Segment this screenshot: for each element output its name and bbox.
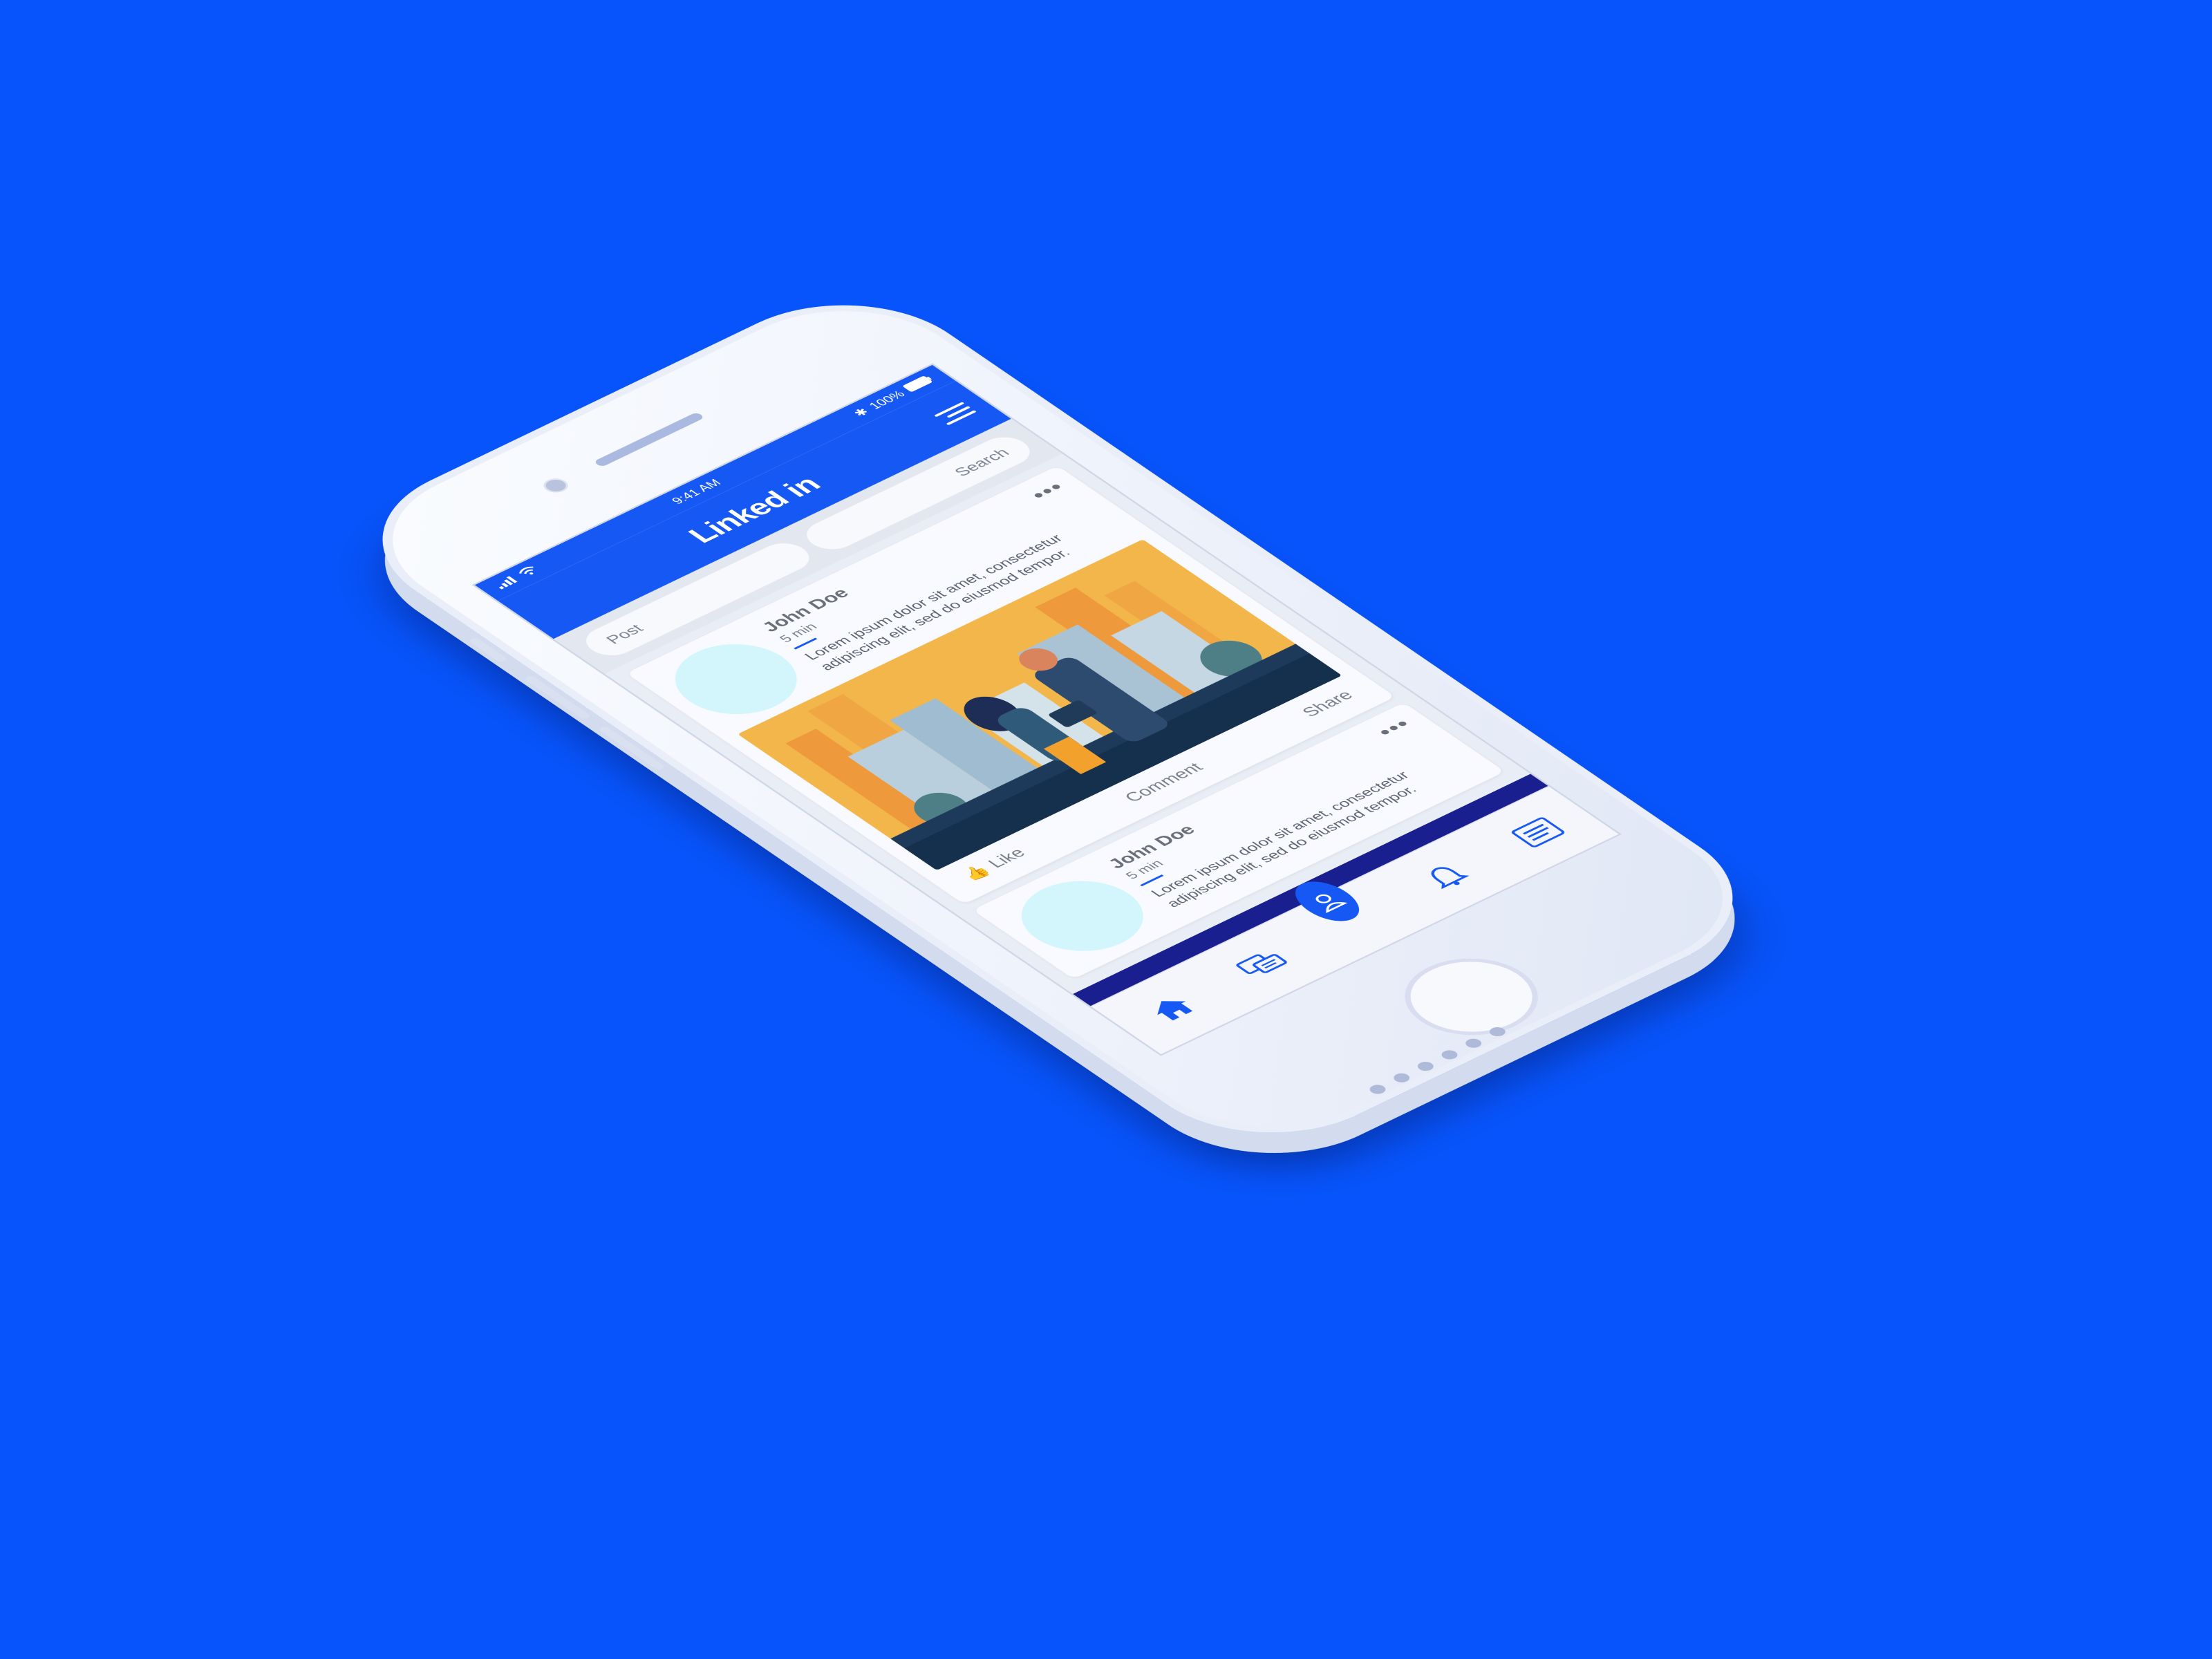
phone-device: 9:41 AM ✱ 100% Linked in Post Search •••…	[327, 273, 1788, 1165]
header-spacer	[540, 599, 568, 613]
bell-icon[interactable]	[1412, 856, 1482, 897]
wifi-icon	[516, 565, 543, 580]
messages-icon[interactable]	[1228, 944, 1299, 985]
profile-tab[interactable]	[1282, 874, 1390, 941]
news-icon[interactable]	[1503, 812, 1573, 853]
like-label: Like	[984, 845, 1029, 871]
signal-icon	[492, 574, 523, 592]
scene: 9:41 AM ✱ 100% Linked in Post Search •••…	[0, 0, 2212, 1659]
home-icon[interactable]	[1136, 988, 1207, 1029]
bluetooth-icon: ✱	[850, 406, 872, 419]
menu-icon[interactable]	[933, 402, 977, 426]
thumbs-up-icon: 👍	[958, 863, 995, 883]
share-button[interactable]: Share	[1298, 688, 1358, 720]
